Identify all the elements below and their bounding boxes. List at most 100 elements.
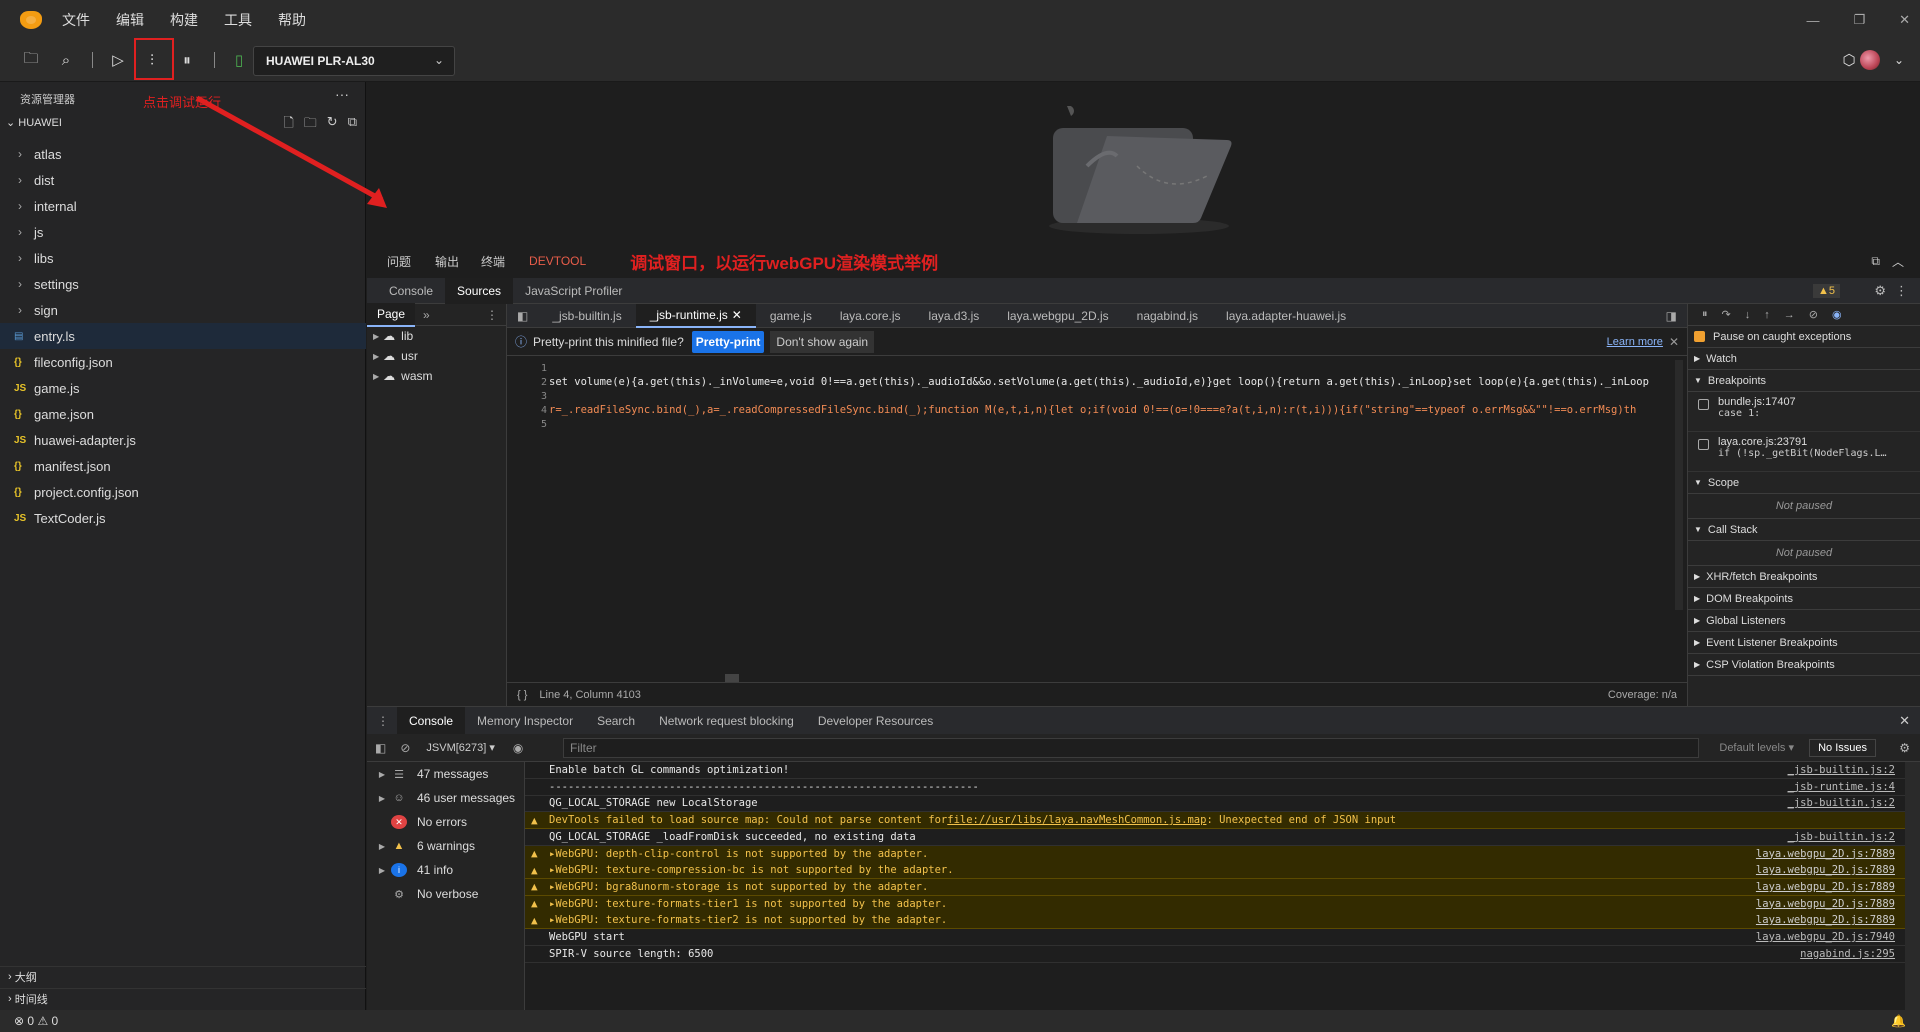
notification-icon[interactable]: 🔔 <box>1891 1014 1906 1028</box>
minimize-icon[interactable]: — <box>1806 13 1819 28</box>
section-breakpoints[interactable]: ▼ Breakpoints <box>1688 370 1920 392</box>
menu-help[interactable]: 帮助 <box>278 10 306 30</box>
source-map-link[interactable]: file://usr/libs/laya.navMeshCommon.js.ma… <box>947 814 1206 826</box>
drawer-tab[interactable]: Memory Inspector <box>465 707 585 735</box>
log-levels-select[interactable]: Default levels ▾ <box>1719 741 1794 754</box>
console-filter-info[interactable]: ▶ i 41 info <box>367 858 524 882</box>
message-source-link[interactable]: laya.webgpu_2D.js:7889 <box>1756 881 1895 893</box>
breakpoint-item[interactable]: bundle.js:17407 case 1: <box>1688 392 1920 432</box>
code-area[interactable]: 1 2 3 4 5 set volume(e){a.get(this)._inVolum… <box>507 360 1687 682</box>
console-message[interactable]: ▲ ▸WebGPU: texture-formats-tier1 is not s… <box>525 895 1905 913</box>
clear-console-icon[interactable]: ⊘ <box>400 741 410 755</box>
console-message[interactable]: Enable batch GL commands optimization! _j… <box>525 762 1905 779</box>
file-tab[interactable]: _jsb-builtin.js <box>538 304 635 328</box>
filter-input[interactable]: Filter <box>563 738 1699 758</box>
tree-item[interactable]: {} manifest.json <box>0 453 366 479</box>
console-message[interactable]: SPIR-V source length: 6500 nagabind.js:29… <box>525 946 1905 963</box>
tab-terminal[interactable]: 终端 <box>481 253 505 270</box>
deactivate-breakpoints-icon[interactable]: ⊘ <box>1809 308 1818 321</box>
debugger-section[interactable]: ▶ XHR/fetch Breakpoints <box>1688 566 1920 588</box>
section-call-stack[interactable]: ▼ Call Stack <box>1688 519 1920 541</box>
dont-show-again-button[interactable]: Don't show again <box>770 330 875 353</box>
kebab-menu-icon[interactable]: ⋮ <box>1895 283 1908 299</box>
device-select[interactable]: HUAWEI PLR-AL30 ⌄ <box>253 46 455 76</box>
drawer-tab[interactable]: Console <box>397 706 466 735</box>
menu-file[interactable]: 文件 <box>62 10 90 30</box>
console-message[interactable]: ▲ ▸WebGPU: bgra8unorm-storage is not supp… <box>525 878 1905 896</box>
drawer-tab[interactable]: Search <box>585 707 647 735</box>
outline-section[interactable]: › 大纲 <box>0 966 366 986</box>
debugger-section[interactable]: ▶ CSP Violation Breakpoints <box>1688 654 1920 676</box>
kebab-menu-icon[interactable]: ⋮ <box>377 714 389 728</box>
timeline-section[interactable]: › 时间线 <box>0 988 366 1008</box>
menu-edit[interactable]: 编辑 <box>116 10 144 30</box>
tree-item[interactable]: JS huawei-adapter.js <box>0 427 366 453</box>
tab-console[interactable]: Console <box>377 278 445 304</box>
tree-item[interactable]: {} project.config.json <box>0 479 366 505</box>
message-source-link[interactable]: laya.webgpu_2D.js:7889 <box>1756 864 1895 876</box>
issues-button[interactable]: No Issues <box>1809 738 1876 757</box>
step-into-icon[interactable]: ↓ <box>1745 309 1751 321</box>
message-source-link[interactable]: _jsb-builtin.js:2 <box>1788 831 1895 843</box>
breakpoint-item[interactable]: laya.core.js:23791 if (!sp._getBit(NodeFl… <box>1688 432 1920 472</box>
chevron-down-icon[interactable]: ⌄ <box>1888 49 1910 71</box>
file-tab[interactable]: nagabind.js <box>1123 304 1212 328</box>
file-tab[interactable]: laya.adapter-huawei.js <box>1212 304 1360 328</box>
file-tab[interactable]: game.js <box>756 304 826 328</box>
message-source-link[interactable]: laya.webgpu_2D.js:7889 <box>1756 898 1895 910</box>
tree-item[interactable]: › js <box>0 219 366 245</box>
console-message[interactable]: ▲ ▸WebGPU: depth-clip-control is not supp… <box>525 845 1905 863</box>
settings-icon[interactable]: ⬡ <box>1838 49 1860 71</box>
step-icon[interactable]: → <box>1784 309 1795 321</box>
sidebar-toggle-icon[interactable]: ◧ <box>375 741 386 755</box>
pause-icon[interactable]: ⏸ <box>1702 308 1708 321</box>
scrollbar[interactable] <box>1675 360 1683 610</box>
debugger-section[interactable]: ▶ DOM Breakpoints <box>1688 588 1920 610</box>
pause-exceptions-icon[interactable]: ◉ <box>1832 308 1842 321</box>
nav-item-usr[interactable]: ▶ ☁ usr <box>367 346 506 366</box>
message-source-link[interactable]: laya.webgpu_2D.js:7889 <box>1756 848 1895 860</box>
console-message[interactable]: QG_LOCAL_STORAGE new LocalStorage _jsb-bu… <box>525 795 1905 813</box>
debugger-section[interactable]: ▶ Global Listeners <box>1688 610 1920 632</box>
tab-page[interactable]: Page <box>367 302 416 327</box>
drawer-tab[interactable]: Developer Resources <box>806 707 945 735</box>
console-message[interactable]: ▲ ▸WebGPU: texture-formats-tier2 is not s… <box>525 912 1905 930</box>
message-source-link[interactable]: nagabind.js:295 <box>1800 948 1895 960</box>
tab-sources[interactable]: Sources <box>445 277 514 304</box>
warning-count-badge[interactable]: ▲5 <box>1812 283 1840 298</box>
tree-item[interactable]: JS TextCoder.js <box>0 505 366 531</box>
more-tabs-icon[interactable]: » <box>423 308 430 322</box>
nav-item-lib[interactable]: ▶ ☁ lib <box>367 326 506 346</box>
tree-item[interactable]: {} game.json <box>0 401 366 427</box>
maximize-icon[interactable]: ❐ <box>1853 12 1865 28</box>
debugger-section[interactable]: ▶ Event Listener Breakpoints <box>1688 632 1920 654</box>
message-source-link[interactable]: laya.webgpu_2D.js:7889 <box>1756 914 1895 926</box>
context-select[interactable]: JSVM[6273] ▾ <box>426 741 495 754</box>
console-message[interactable]: WebGPU start laya.webgpu_2D.js:7940 <box>525 929 1905 946</box>
close-icon[interactable]: ✕ <box>1669 335 1679 349</box>
chevron-up-icon[interactable]: ︿ <box>1892 253 1904 270</box>
nav-item-wasm[interactable]: ▶ ☁ wasm <box>367 366 506 386</box>
tree-item[interactable]: ▤ entry.ls <box>0 323 366 349</box>
console-filter-user[interactable]: ▶ ☺ 46 user messages <box>367 786 524 810</box>
file-tab[interactable]: _jsb-runtime.js ✕ <box>635 303 756 328</box>
console-filter-warn[interactable]: ▶ ▲ 6 warnings <box>367 834 524 858</box>
search-icon[interactable]: ⌕ <box>55 49 77 71</box>
tab-devtool[interactable]: DEVTOOL <box>529 254 586 268</box>
file-tab[interactable]: laya.webgpu_2D.js <box>993 304 1122 328</box>
braces-icon[interactable]: { } <box>517 689 527 701</box>
tab-problems[interactable]: 问题 <box>387 253 411 270</box>
message-source-link[interactable]: laya.webgpu_2D.js:7940 <box>1756 931 1895 943</box>
learn-more-link[interactable]: Learn more <box>1607 336 1663 348</box>
gear-icon[interactable]: ⚙ <box>1899 741 1910 755</box>
section-watch[interactable]: ▶ Watch <box>1688 348 1920 370</box>
open-folder-icon[interactable]: 🗀 <box>20 49 42 71</box>
console-message[interactable]: ----------------------------------------… <box>525 779 1905 796</box>
step-over-icon[interactable]: ↷ <box>1722 308 1731 321</box>
scrollbar-h[interactable] <box>725 674 739 682</box>
console-scrollbar[interactable] <box>1905 762 1920 1010</box>
close-icon[interactable]: ✕ <box>1899 713 1910 729</box>
tree-item[interactable]: {} fileconfig.json <box>0 349 366 375</box>
console-message[interactable]: ▲ DevTools failed to load source map: Cou… <box>525 812 1905 830</box>
tree-item[interactable]: JS game.js <box>0 375 366 401</box>
